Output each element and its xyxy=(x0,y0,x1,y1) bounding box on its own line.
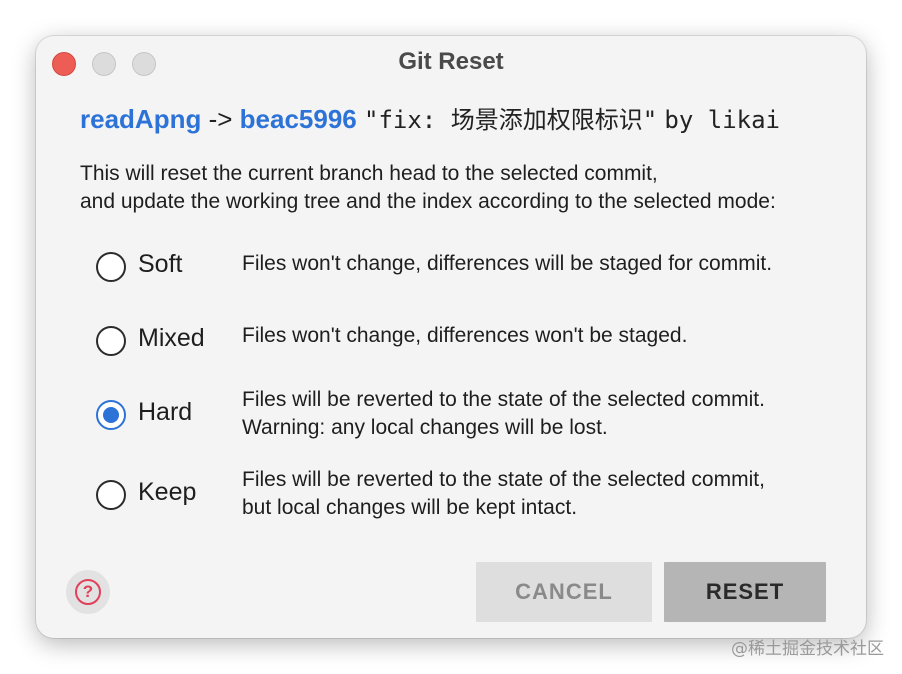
hard-description-line-1: Files will be reverted to the state of t… xyxy=(242,388,765,411)
dialog-title: Git Reset xyxy=(398,48,504,75)
cancel-button[interactable]: CANCEL xyxy=(476,562,652,622)
commit-author: by likai xyxy=(664,106,780,134)
hard-description-line-2: Warning: any local changes will be lost. xyxy=(242,416,608,439)
soft-description-line-1: Files won't change, differences will be … xyxy=(242,252,773,275)
reset-button[interactable]: RESET xyxy=(664,562,826,622)
help-icon: ? xyxy=(75,579,101,605)
hard-radio[interactable] xyxy=(96,400,126,430)
description-line-2: and update the working tree and the inde… xyxy=(80,190,776,213)
mode-option-soft[interactable]: Soft Files won't change, differences wil… xyxy=(96,250,856,300)
hard-description: Files will be reverted to the state of t… xyxy=(242,386,765,442)
keep-description: Files will be reverted to the state of t… xyxy=(242,466,765,522)
mixed-label[interactable]: Mixed xyxy=(138,324,205,353)
soft-description: Files won't change, differences will be … xyxy=(242,250,772,278)
hard-label[interactable]: Hard xyxy=(138,398,192,427)
watermark-text: @稀土掘金技术社区 xyxy=(731,639,884,659)
commit-hash: beac5996 xyxy=(239,104,357,134)
help-button[interactable]: ? xyxy=(66,570,110,614)
reset-description: This will reset the current branch head … xyxy=(80,160,776,216)
mode-option-keep[interactable]: Keep Files will be reverted to the state… xyxy=(96,466,856,526)
keep-radio[interactable] xyxy=(96,480,126,510)
keep-label[interactable]: Keep xyxy=(138,478,196,507)
keep-description-line-1: Files will be reverted to the state of t… xyxy=(242,468,765,491)
commit-summary: readApng -> beac5996 "fix: 场景添加权限标识" by … xyxy=(80,100,780,135)
soft-label[interactable]: Soft xyxy=(138,250,182,279)
branch-name: readApng xyxy=(80,104,202,134)
soft-radio[interactable] xyxy=(96,252,126,282)
mixed-description-line-1: Files won't change, differences won't be… xyxy=(242,324,688,347)
keep-description-line-2: but local changes will be kept intact. xyxy=(242,496,578,519)
mixed-description: Files won't change, differences won't be… xyxy=(242,322,687,350)
mode-option-hard[interactable]: Hard Files will be reverted to the state… xyxy=(96,386,856,446)
mixed-radio[interactable] xyxy=(96,326,126,356)
commit-message: "fix: 场景添加权限标识" xyxy=(364,106,658,134)
mode-option-mixed[interactable]: Mixed Files won't change, differences wo… xyxy=(96,324,856,374)
arrow-text: -> xyxy=(208,104,233,134)
git-reset-dialog: Git Reset readApng -> beac5996 "fix: 场景添… xyxy=(36,36,866,638)
description-line-1: This will reset the current branch head … xyxy=(80,162,658,185)
